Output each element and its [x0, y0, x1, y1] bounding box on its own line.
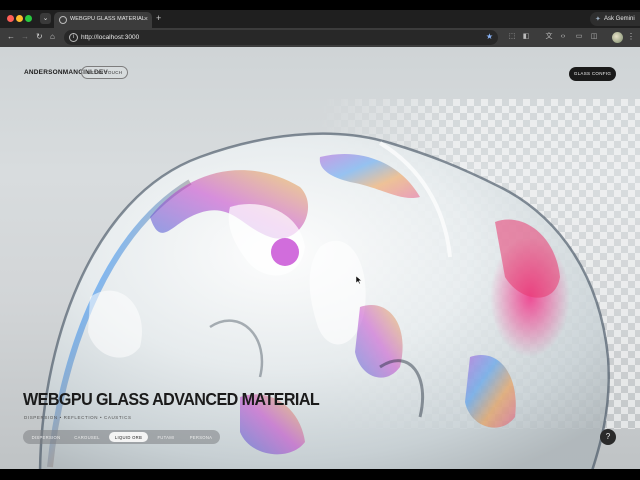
ask-gemini-label: Ask Gemini: [604, 15, 635, 22]
scene-tab-bar: DISPERSION CAROUSEL LIQUID ORB FUTAMI PE…: [23, 430, 220, 444]
cursor-icon: [356, 276, 362, 284]
tab-label: PERSONA: [189, 434, 213, 440]
devtools-icon[interactable]: ‹›: [559, 33, 567, 41]
profile-avatar-icon[interactable]: [612, 32, 623, 43]
menu-dots-icon[interactable]: ⋮: [627, 32, 635, 42]
minimize-window-button[interactable]: [16, 15, 23, 22]
tab-label: FUTAMI: [157, 434, 175, 440]
page-title: WEBGPU GLASS ADVANCED MATERIAL: [23, 389, 320, 409]
sidebar-icon[interactable]: ◫: [590, 33, 598, 41]
tab-label: CAROUSEL: [74, 434, 100, 440]
back-icon[interactable]: ←: [7, 32, 15, 42]
page-subtitle: DISPERSION • REFLECTION • CAUSTICS: [24, 415, 132, 420]
tab-liquid-orb[interactable]: LIQUID ORB: [109, 432, 148, 442]
tab-label: LIQUID ORB: [114, 434, 143, 440]
tab-list-icon[interactable]: ⌄: [40, 13, 51, 24]
tab-title: WEBGPU GLASS MATERIAL: [70, 16, 146, 22]
get-in-touch-label: GET IN TOUCH: [86, 70, 123, 75]
close-icon[interactable]: ×: [144, 15, 148, 24]
gemini-icon: ✦: [595, 16, 601, 23]
address-bar[interactable]: i http://localhost:3000 ★: [64, 30, 498, 45]
extensions-icon[interactable]: ⬚: [508, 33, 516, 41]
browser-window: ⌄ WEBGPU GLASS MATERIAL × + ✦ Ask Gemini…: [0, 0, 640, 480]
tab-carousel[interactable]: CAROUSEL: [68, 432, 106, 442]
tab-dispersion[interactable]: DISPERSION: [26, 432, 66, 442]
tab-label: DISPERSION: [31, 434, 61, 440]
forward-icon[interactable]: →: [21, 32, 29, 42]
ask-gemini-button[interactable]: ✦ Ask Gemini: [590, 12, 640, 26]
bookmark-star-icon[interactable]: ★: [486, 32, 493, 41]
site-info-icon[interactable]: i: [69, 32, 78, 42]
home-icon[interactable]: ⌂: [50, 32, 55, 42]
page-viewport: ANDERSONMANCINI.DEV GET IN TOUCH GLASS C…: [0, 47, 640, 469]
tab-persona[interactable]: PERSONA: [184, 432, 218, 442]
maximize-window-button[interactable]: [25, 15, 32, 22]
browser-tab[interactable]: WEBGPU GLASS MATERIAL ×: [54, 12, 152, 28]
get-in-touch-button[interactable]: GET IN TOUCH: [81, 66, 128, 79]
translate-icon[interactable]: 文: [545, 33, 553, 41]
plus-icon[interactable]: +: [156, 13, 161, 23]
cast-icon[interactable]: ▭: [575, 33, 583, 41]
puzzle-icon[interactable]: ◧: [522, 33, 530, 41]
close-window-button[interactable]: [7, 15, 14, 22]
tab-futami[interactable]: FUTAMI: [150, 432, 182, 442]
url-text: http://localhost:3000: [81, 33, 140, 41]
glass-config-label: GLASS CONFIG: [573, 71, 612, 76]
help-icon[interactable]: ?: [600, 429, 616, 445]
glass-config-button[interactable]: GLASS CONFIG: [569, 67, 616, 81]
reload-icon[interactable]: ↻: [36, 32, 43, 42]
browser-toolbar: ← → ↻ ⌂ i http://localhost:3000 ★ ⬚ ◧ 文 …: [0, 28, 640, 47]
favicon-icon: [59, 16, 67, 24]
tab-strip: ⌄ WEBGPU GLASS MATERIAL × + ✦ Ask Gemini: [0, 10, 640, 28]
